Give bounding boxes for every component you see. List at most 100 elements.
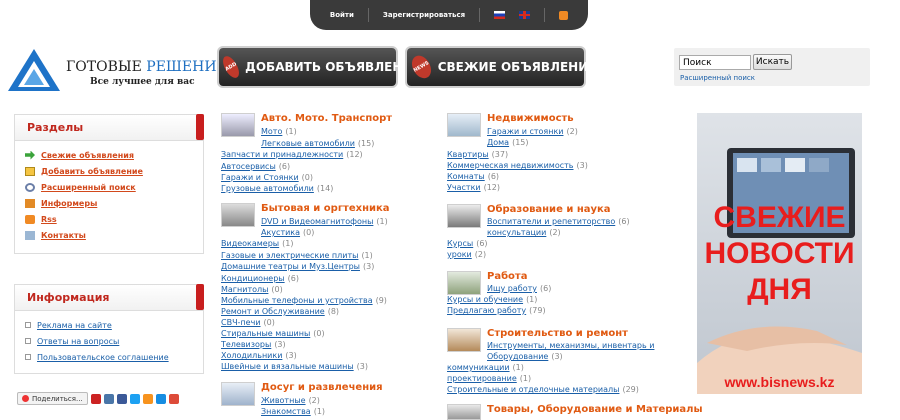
category-link[interactable]: Мото (1)	[261, 127, 297, 136]
rss-link[interactable]: Rss	[41, 215, 57, 224]
share-button[interactable]: Поделиться...	[17, 392, 88, 405]
advertising-link[interactable]: Реклама на сайте	[37, 321, 112, 330]
category-link[interactable]: Телевизоры (3)	[221, 340, 286, 349]
category-title[interactable]: Работа	[487, 271, 527, 282]
category-link[interactable]: Легковые автомобили (15)	[261, 139, 374, 148]
search-panel: Искать Расширенный поиск	[674, 48, 870, 86]
fresh-ads-button[interactable]: NEWS СВЕЖИЕ ОБЪЯВЛЕНИЯ	[407, 48, 597, 86]
site-logo[interactable]: ГОТОВЫЕ РЕШЕНИЯ Все лучшее для вас	[6, 47, 228, 93]
category-link[interactable]: Предлагаю работу (79)	[447, 306, 546, 315]
faq-link[interactable]: Ответы на вопросы	[37, 337, 119, 346]
category-link[interactable]: Квартиры (37)	[447, 150, 508, 159]
category-title[interactable]: Образование и наука	[487, 204, 611, 215]
category-link[interactable]: Курсы (6)	[447, 239, 488, 248]
fresh-ads-label: СВЕЖИЕ ОБЪЯВЛЕНИЯ	[437, 60, 598, 74]
sections-item[interactable]: Расширенный поиск	[25, 179, 203, 195]
category-link[interactable]: Запчасти и принадлежности (12)	[221, 150, 363, 159]
add-note-icon	[25, 166, 35, 176]
category-link[interactable]: Строительные и отделочные материалы (29)	[447, 385, 639, 394]
terms-link[interactable]: Пользовательское соглашение	[37, 353, 169, 362]
category-title[interactable]: Товары, Оборудование и Материалы	[487, 404, 703, 415]
twitter-icon[interactable]	[129, 393, 140, 404]
info-item[interactable]: Реклама на сайте	[25, 317, 203, 333]
category-link[interactable]: Курсы и обучение (1)	[447, 295, 537, 304]
vk-icon[interactable]	[103, 393, 114, 404]
register-link[interactable]: Зарегистрироваться	[383, 11, 465, 19]
advanced-search-link[interactable]: Расширенный поиск	[680, 74, 755, 82]
category-link[interactable]: Автосервисы (6)	[221, 162, 290, 171]
category-link[interactable]: Воспитатели и репетиторство (6)	[487, 217, 630, 226]
add-ad-link[interactable]: Добавить объявление	[41, 167, 143, 176]
category-link[interactable]: Ищу работу (6)	[487, 284, 551, 293]
category-link[interactable]: Кондиционеры (6)	[221, 274, 299, 283]
category-link[interactable]: Коммерческая недвижимость (3)	[447, 161, 588, 170]
category-link[interactable]: Гаражи и стоянки (2)	[487, 127, 578, 136]
category-link[interactable]: Грузовые автомобили (14)	[221, 184, 333, 193]
search-input[interactable]	[679, 55, 751, 70]
sections-box: Разделы Свежие объявления Добавить объяв…	[14, 114, 204, 254]
share-ya-icon[interactable]	[90, 393, 101, 404]
category-realty: Недвижимость Гаражи и стоянки (2) Дома (15…	[447, 113, 687, 193]
category-link[interactable]: DVD и Видеомагнитофоны (1)	[261, 217, 388, 226]
russian-flag-icon[interactable]	[494, 11, 506, 19]
category-title[interactable]: Бытовая и оргтехника	[261, 203, 390, 214]
news-banner[interactable]: СВЕЖИЕ НОВОСТИ ДНЯ www.bisnews.kz	[697, 113, 862, 394]
contact-icon	[25, 230, 35, 240]
category-link[interactable]: Магнитолы (0)	[221, 285, 283, 294]
category-link[interactable]: Инструменты, механизмы, инвентарь и	[487, 341, 657, 350]
category-link[interactable]: Ремонт и Обслуживание (8)	[221, 307, 339, 316]
contacts-link[interactable]: Контакты	[41, 231, 86, 240]
arrow-icon	[25, 150, 35, 160]
category-link[interactable]: Гаражи и Стоянки (0)	[221, 173, 313, 182]
category-link[interactable]: Комнаты (6)	[447, 172, 499, 181]
category-title[interactable]: Авто. Мото. Транспорт	[261, 113, 392, 124]
rss-icon[interactable]	[559, 10, 569, 20]
house-thumbnail-icon	[447, 113, 481, 137]
search-button[interactable]: Искать	[753, 54, 792, 70]
category-link[interactable]: Стиральные машины (0)	[221, 329, 325, 338]
sections-item[interactable]: Добавить объявление	[25, 163, 203, 179]
category-build: Строительство и ремонт Инструменты, меха…	[447, 328, 687, 398]
category-link[interactable]: консультации (2)	[487, 228, 561, 237]
informers-link[interactable]: Информеры	[41, 199, 97, 208]
logo-subtitle: Все лучшее для вас	[90, 77, 195, 87]
login-link[interactable]: Войти	[330, 11, 354, 19]
english-flag-icon[interactable]	[519, 11, 531, 19]
category-link[interactable]: Оборудование (3)	[487, 352, 563, 361]
category-title[interactable]: Недвижимость	[487, 113, 574, 124]
advanced-search-sidebar-link[interactable]: Расширенный поиск	[41, 183, 136, 192]
category-link[interactable]: коммуникации (1)	[447, 363, 524, 372]
red-tab	[196, 114, 204, 140]
sections-item[interactable]: Контакты	[25, 227, 203, 243]
category-link[interactable]: Газовые и электрические плиты (1)	[221, 251, 373, 260]
category-link[interactable]: Дома (15)	[487, 138, 529, 147]
category-title[interactable]: Досуг и развлечения	[261, 382, 383, 393]
category-title[interactable]: Строительство и ремонт	[487, 328, 628, 339]
category-link[interactable]: Животные (2)	[261, 396, 320, 405]
category-link[interactable]: СВЧ-печи (0)	[221, 318, 275, 327]
divider	[479, 8, 481, 22]
google-plus-icon[interactable]	[168, 393, 179, 404]
category-link[interactable]: Видеокамеры (1)	[221, 239, 293, 248]
category-link[interactable]: Домашние театры и Муз.Центры (3)	[221, 262, 374, 271]
facebook-icon[interactable]	[116, 393, 127, 404]
category-link[interactable]: Мобильные телефоны и устройства (9)	[221, 296, 387, 305]
category-link[interactable]: Участки (12)	[447, 183, 500, 192]
odnoklassniki-icon[interactable]	[142, 393, 153, 404]
category-link[interactable]: Швейные и вязальные машины (3)	[221, 362, 368, 371]
category-link[interactable]: Холодильники (3)	[221, 351, 297, 360]
category-link[interactable]: проектирование (1)	[447, 374, 531, 383]
category-link[interactable]: Акустика (0)	[261, 228, 314, 237]
add-ads-button[interactable]: ADD ДОБАВИТЬ ОБЪЯВЛЕНИЯ	[219, 48, 422, 86]
sections-list: Свежие объявления Добавить объявление Ра…	[15, 141, 203, 247]
mailru-icon[interactable]	[155, 393, 166, 404]
sections-item[interactable]: Информеры	[25, 195, 203, 211]
fresh-ads-link[interactable]: Свежие объявления	[41, 151, 134, 160]
banner-line-2: НОВОСТИ	[704, 237, 855, 270]
sections-item[interactable]: Rss	[25, 211, 203, 227]
info-item[interactable]: Пользовательское соглашение	[25, 349, 203, 365]
category-link[interactable]: Знакомства (1)	[261, 407, 325, 416]
sections-item[interactable]: Свежие объявления	[25, 147, 203, 163]
info-item[interactable]: Ответы на вопросы	[25, 333, 203, 349]
category-link[interactable]: уроки (2)	[447, 250, 486, 259]
